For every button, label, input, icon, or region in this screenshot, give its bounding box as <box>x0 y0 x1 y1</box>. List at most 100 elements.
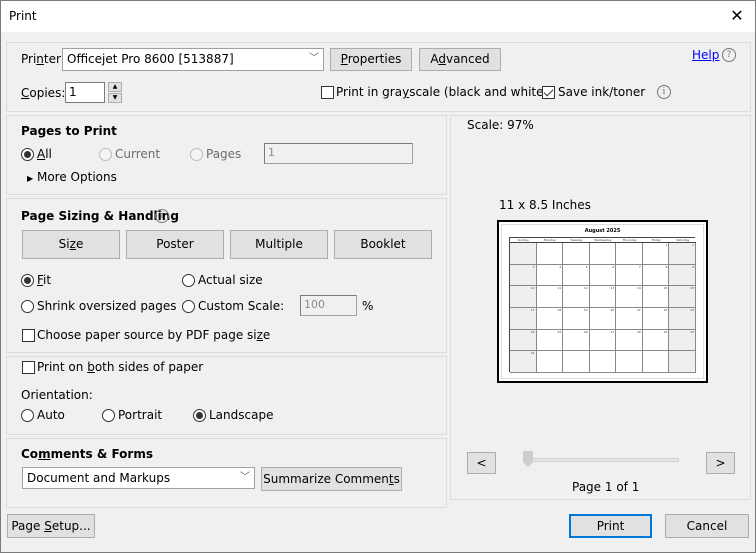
calendar-day-number: 16 <box>690 286 694 291</box>
size-tab[interactable]: Size <box>22 230 120 259</box>
calendar-day-number: 8 <box>665 264 668 269</box>
help-icon[interactable]: ? <box>722 48 736 62</box>
landscape-label: Landscape <box>209 408 274 422</box>
page-slider-thumb[interactable] <box>523 451 533 467</box>
comments-forms-heading: Comments & Forms <box>21 447 153 461</box>
comments-forms-selected: Document and Markups <box>27 471 171 485</box>
advanced-button[interactable]: Advanced <box>419 48 501 71</box>
save-ink-checkbox[interactable] <box>542 86 555 99</box>
calendar-day-cell: 7 <box>616 264 643 287</box>
calendar-day-number: 14 <box>637 286 641 291</box>
calendar-day-cell: 16 <box>669 286 696 308</box>
info-icon[interactable]: i <box>155 209 169 223</box>
orientation-group: Print on both sides of paper Orientation… <box>6 356 447 435</box>
more-options-toggle[interactable]: ▶ More Options <box>27 170 117 184</box>
calendar-day-number: 25 <box>557 329 562 334</box>
printer-group: Printer: Officejet Pro 8600 [513887] ﹀ P… <box>6 42 751 112</box>
calendar-day-number: 4 <box>559 264 562 269</box>
copies-decrement[interactable]: ▼ <box>108 93 122 103</box>
calendar-day-cell <box>510 243 537 265</box>
copies-increment[interactable]: ▲ <box>108 82 122 92</box>
calendar-day-number: 27 <box>610 329 615 334</box>
calendar-day-cell: 3 <box>510 264 537 287</box>
actual-size-radio[interactable] <box>182 274 195 287</box>
summarize-comments-button[interactable]: Summarize Comments <box>261 467 402 491</box>
portrait-radio[interactable] <box>102 409 115 422</box>
percent-label: % <box>362 299 374 313</box>
help-link[interactable]: Help <box>692 48 719 62</box>
calendar-day-cell <box>536 351 564 373</box>
calendar-day-cell <box>616 351 643 373</box>
calendar-day-number: 7 <box>638 264 641 269</box>
comments-forms-select[interactable]: Document and Markups ﹀ <box>22 467 255 489</box>
page-setup-button[interactable]: Page Setup... <box>7 514 95 538</box>
orientation-label: Orientation: <box>21 388 93 402</box>
calendar-day-number: 2 <box>692 243 694 247</box>
info-icon[interactable]: i <box>657 85 671 99</box>
close-icon[interactable]: ✕ <box>727 6 747 26</box>
paper-size-label: 11 x 8.5 Inches <box>499 198 591 212</box>
calendar-day-number: 22 <box>663 308 668 312</box>
all-pages-label: All <box>37 147 52 161</box>
calendar-day-number: 28 <box>637 329 641 334</box>
pages-range-radio[interactable] <box>190 148 203 161</box>
title-bar: Print ✕ <box>1 1 755 32</box>
calendar-day-number: 19 <box>583 308 588 312</box>
calendar-day-cell: 9 <box>669 264 696 287</box>
both-sides-checkbox[interactable] <box>22 361 35 374</box>
calendar-day-cell: 10 <box>510 286 537 308</box>
calendar-day-cell <box>589 351 617 373</box>
auto-orientation-radio[interactable] <box>21 409 34 422</box>
printer-select[interactable]: Officejet Pro 8600 [513887] ﹀ <box>62 48 324 71</box>
all-pages-radio[interactable] <box>21 148 34 161</box>
pages-range-input[interactable]: 1 <box>264 143 413 164</box>
calendar-day-cell <box>616 243 643 265</box>
multiple-tab[interactable]: Multiple <box>230 230 328 259</box>
calendar-day-cell <box>536 243 564 265</box>
shrink-label: Shrink oversized pages <box>37 299 177 313</box>
calendar-day-cell <box>669 351 696 373</box>
current-page-radio[interactable] <box>99 148 112 161</box>
calendar-day-cell: 6 <box>589 264 617 287</box>
paper-source-checkbox[interactable] <box>22 329 35 342</box>
calendar-day-cell <box>642 351 670 373</box>
preview-group: Scale: 97% 11 x 8.5 Inches August 2025 S… <box>450 115 751 500</box>
calendar-day-number: 3 <box>532 264 535 269</box>
calendar-day-cell: 29 <box>642 329 670 352</box>
page-slider-track[interactable] <box>531 458 679 462</box>
print-button[interactable]: Print <box>569 514 652 538</box>
booklet-tab[interactable]: Booklet <box>334 230 432 259</box>
cancel-button[interactable]: Cancel <box>665 514 749 538</box>
page-sizing-group: Page Sizing & Handling i Size Poster Mul… <box>6 198 447 353</box>
grayscale-checkbox[interactable] <box>321 86 334 99</box>
fit-label: Fit <box>37 273 52 287</box>
current-page-label: Current <box>115 147 161 161</box>
calendar-day-cell: 27 <box>589 329 617 352</box>
poster-tab[interactable]: Poster <box>126 230 224 259</box>
next-page-button[interactable]: > <box>706 452 735 474</box>
fit-radio[interactable] <box>21 274 34 287</box>
previous-page-button[interactable]: < <box>467 452 496 474</box>
properties-button[interactable]: Properties <box>330 48 412 71</box>
calendar-day-cell: 17 <box>510 308 537 330</box>
shrink-radio[interactable] <box>21 300 34 313</box>
calendar-day-cell <box>563 243 590 265</box>
calendar-day-cell: 4 <box>536 264 564 287</box>
pages-to-print-group: Pages to Print All Current Pages 1 ▶ Mor… <box>6 115 447 195</box>
calendar-day-number: 6 <box>612 264 615 269</box>
calendar-day-cell: 18 <box>536 308 564 330</box>
custom-scale-radio[interactable] <box>182 300 195 313</box>
copies-input[interactable]: 1 <box>65 82 105 103</box>
pages-range-label: Pages <box>206 147 242 161</box>
calendar-day-cell: 22 <box>642 308 670 330</box>
page-preview: August 2025 Sunday Monday Tuesday Wednesday… <box>497 220 708 383</box>
scale-readout: Scale: 97% <box>467 118 534 132</box>
chevron-down-icon: ﹀ <box>309 53 319 64</box>
calendar-day-cell <box>589 243 617 265</box>
landscape-radio[interactable] <box>193 409 206 422</box>
custom-scale-input[interactable]: 100 <box>300 295 357 316</box>
window-title: Print <box>9 9 37 23</box>
calendar-day-number: 5 <box>585 264 588 269</box>
calendar-day-number: 18 <box>557 308 562 312</box>
calendar-day-cell: 28 <box>616 329 643 352</box>
